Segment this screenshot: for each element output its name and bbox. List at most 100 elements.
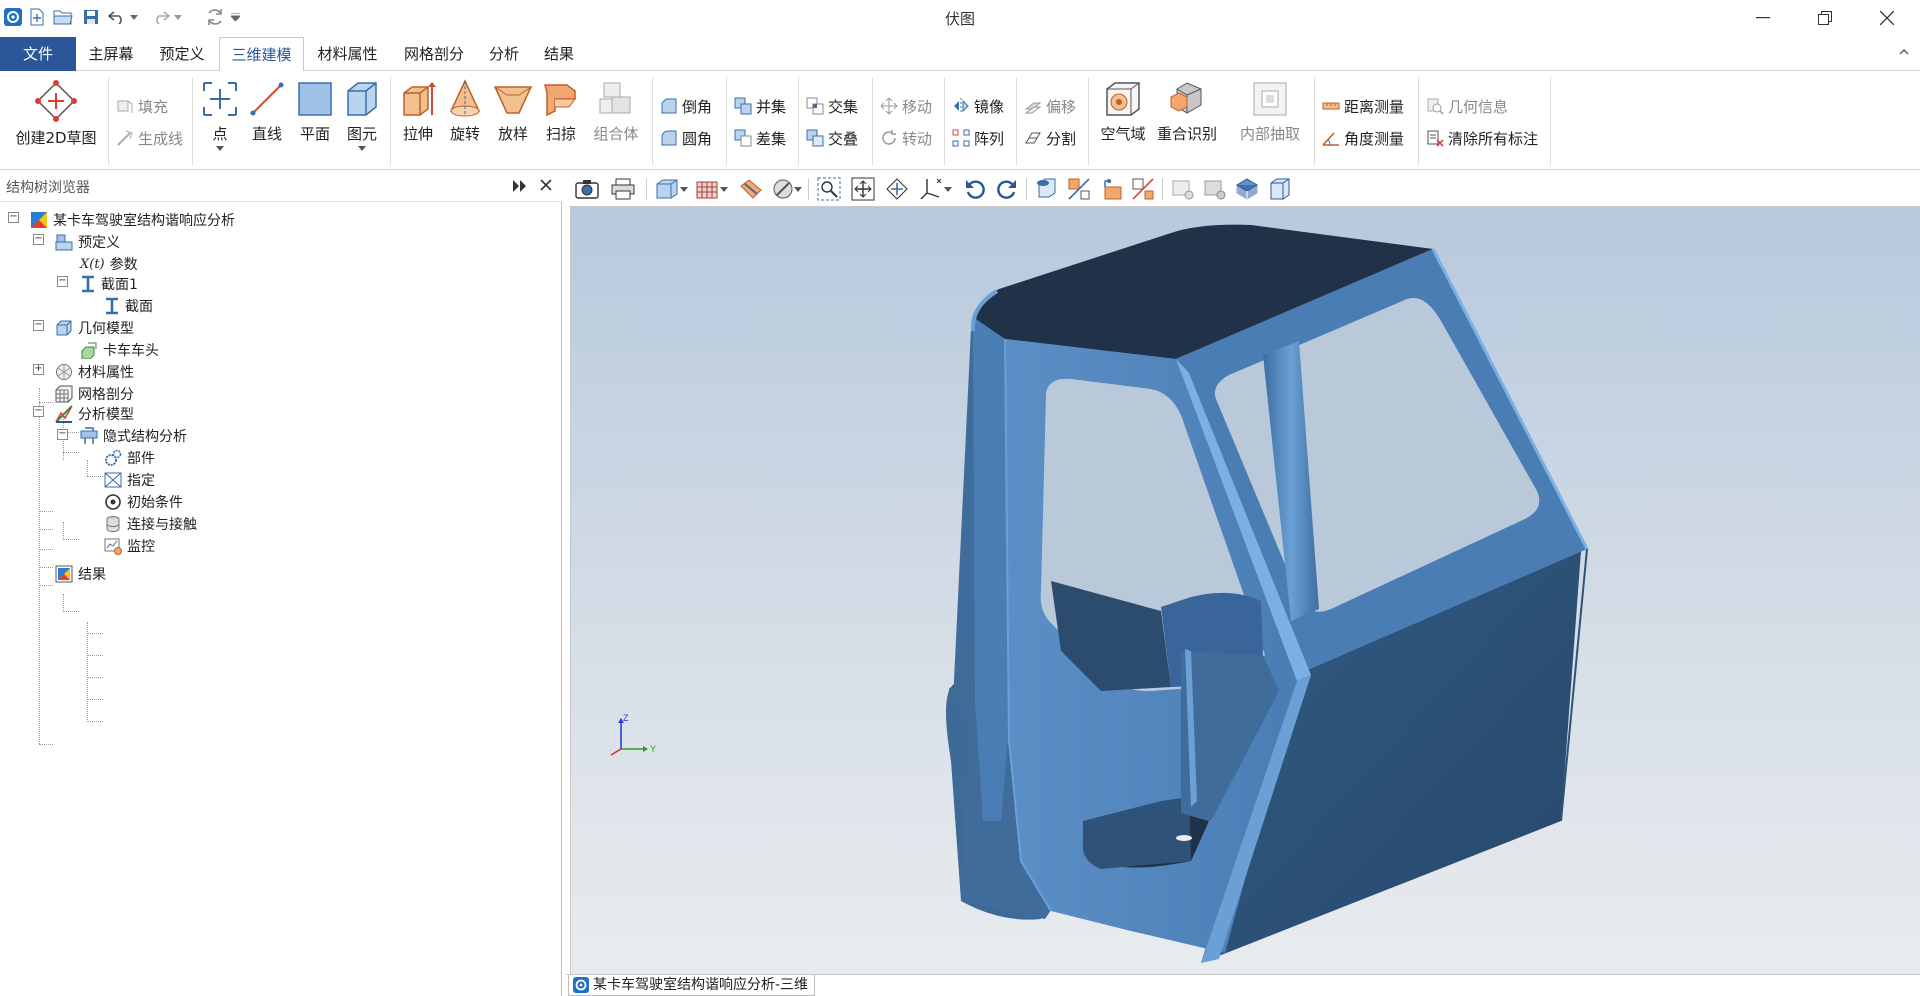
fillet-button[interactable]: 圆角 — [660, 126, 712, 150]
tree-node-contact[interactable]: 连接与接触 — [104, 513, 197, 535]
tree-node-initial-conditions[interactable]: 初始条件 — [104, 491, 183, 513]
primitive-button[interactable]: 图元 — [340, 79, 384, 167]
clear-all-marks-button[interactable]: 清除所有标注 — [1426, 126, 1538, 150]
fill-button[interactable]: 填充 — [116, 94, 168, 118]
distance-measure-button[interactable]: 距离测量 — [1322, 94, 1404, 118]
cube-icon — [347, 82, 377, 116]
tree-node-results[interactable]: 结果 — [55, 563, 106, 585]
tab-results[interactable]: 结果 — [532, 37, 586, 71]
axis-orient-dropdown-icon[interactable] — [942, 176, 954, 202]
zoom-window-icon[interactable] — [816, 176, 842, 202]
overlap-button[interactable]: 交叠 — [806, 126, 858, 150]
tab-material[interactable]: 材料属性 — [305, 37, 390, 71]
maximize-button[interactable] — [1795, 0, 1855, 36]
3d-viewport[interactable]: Z Y — [570, 206, 1920, 974]
tree-node-monitor[interactable]: 监控 — [104, 535, 155, 557]
revolve-button[interactable]: 旋转 — [442, 79, 488, 167]
view-measure-icon[interactable] — [1066, 176, 1092, 202]
view-probe-icon[interactable] — [1098, 176, 1124, 202]
intersect-button[interactable]: 交集 — [806, 94, 858, 118]
point-button[interactable]: 点 — [196, 79, 244, 167]
split-button[interactable]: 分割 — [1024, 126, 1076, 150]
union-icon — [734, 97, 752, 115]
array-button[interactable]: 阵列 — [952, 126, 1004, 150]
sweep-button[interactable]: 扫掠 — [538, 79, 584, 167]
view-clip-icon[interactable] — [1130, 176, 1156, 202]
rotate-left-icon[interactable] — [962, 176, 988, 202]
assembly-button[interactable]: 组合体 — [586, 79, 646, 167]
tree-node-material[interactable]: 材料属性 — [55, 361, 134, 383]
i-beam-icon — [82, 275, 94, 293]
mesh-display-dropdown-icon[interactable] — [718, 176, 730, 202]
axis-orient-icon[interactable] — [918, 176, 944, 202]
chamfer-button[interactable]: 倒角 — [660, 94, 712, 118]
tab-3d-modeling[interactable]: 三维建模 — [219, 37, 304, 72]
tab-file[interactable]: 文件 — [0, 37, 76, 71]
mirror-button[interactable]: 镜像 — [952, 94, 1004, 118]
move-button[interactable]: 移动 — [880, 94, 932, 118]
tree-node-root[interactable]: 某卡车驾驶室结构谐响应分析 — [30, 209, 235, 231]
tree-toggle-material[interactable]: + — [33, 364, 44, 375]
close-panel-icon[interactable] — [540, 179, 552, 195]
create-2d-sketch-button[interactable]: 创建2D草图 — [12, 79, 100, 167]
tab-predefine[interactable]: 预定义 — [146, 37, 218, 71]
display-mode-dropdown-icon[interactable] — [792, 176, 804, 202]
fit-all-icon[interactable] — [850, 176, 876, 202]
tree-toggle-implicit[interactable]: − — [57, 429, 68, 440]
tree-toggle-root[interactable]: − — [8, 212, 19, 223]
tree-toggle-analysis[interactable]: − — [33, 406, 44, 417]
plane-button[interactable]: 平面 — [292, 79, 338, 167]
tree-node-analysis-model[interactable]: 分析模型 — [55, 403, 134, 425]
tab-analysis[interactable]: 分析 — [478, 37, 530, 71]
pan-icon[interactable] — [884, 176, 910, 202]
offset-button[interactable]: 偏移 — [1024, 94, 1076, 118]
minimize-button[interactable] — [1733, 0, 1793, 36]
view-cube-icon[interactable] — [654, 176, 680, 202]
pin-panel-icon[interactable] — [512, 179, 528, 197]
tab-mesh[interactable]: 网格剖分 — [392, 37, 476, 71]
angle-measure-button[interactable]: 角度测量 — [1322, 126, 1404, 150]
tree-toggle-section1[interactable]: − — [57, 276, 68, 287]
probe-element-icon[interactable] — [1202, 176, 1228, 202]
tree-toggle-predefine[interactable]: − — [33, 234, 44, 245]
iso-view-icon[interactable] — [1234, 176, 1260, 202]
tree-node-part[interactable]: 部件 — [104, 447, 155, 469]
tree-node-mesh[interactable]: 网格剖分 — [55, 383, 134, 405]
truck-cab-model[interactable] — [571, 207, 1920, 975]
line-button[interactable]: 直线 — [245, 79, 289, 167]
extrude-button[interactable]: 拉伸 — [396, 79, 440, 167]
generate-line-button[interactable]: 生成线 — [116, 126, 183, 150]
tree-node-implicit-analysis[interactable]: 隐式结构分析 — [80, 425, 187, 447]
print-icon[interactable] — [610, 176, 636, 202]
screenshot-icon[interactable] — [574, 176, 600, 202]
revolve-icon — [449, 79, 481, 117]
loft-button[interactable]: 放样 — [490, 79, 536, 167]
overlap-detect-button[interactable]: 重合识别 — [1152, 79, 1222, 167]
tree-node-section1[interactable]: 截面1 — [80, 273, 138, 295]
tree-node-params[interactable]: X(t) 参数 — [80, 253, 138, 275]
rotate-button[interactable]: 转动 — [880, 126, 932, 150]
tree-node-assign[interactable]: 指定 — [104, 469, 155, 491]
inner-extract-button[interactable]: 内部抽取 — [1234, 79, 1306, 167]
probe-point-icon[interactable] — [1170, 176, 1196, 202]
collapse-ribbon-icon[interactable] — [1898, 46, 1910, 62]
geometry-info-button[interactable]: 几何信息 — [1426, 94, 1508, 118]
tree-node-geometry[interactable]: 几何模型 — [55, 317, 134, 339]
tree-toggle-geometry[interactable]: − — [33, 320, 44, 331]
subtract-button[interactable]: 差集 — [734, 126, 786, 150]
gear-icon — [105, 449, 122, 466]
union-button[interactable]: 并集 — [734, 94, 786, 118]
transparent-view-icon[interactable] — [1266, 176, 1292, 202]
tree-node-truck-head[interactable]: 卡车车头 — [80, 339, 159, 361]
tree-node-section[interactable]: 截面 — [104, 295, 153, 317]
tree-node-predefine[interactable]: 预定义 — [55, 231, 120, 253]
rotate-right-icon[interactable] — [994, 176, 1020, 202]
close-button[interactable] — [1857, 0, 1917, 36]
tab-home[interactable]: 主屏幕 — [76, 37, 146, 71]
view-front-icon[interactable] — [1034, 176, 1060, 202]
document-tab-3d[interactable]: 某卡车驾驶室结构谐响应分析-三维 — [568, 975, 816, 996]
view-cube-dropdown-icon[interactable] — [678, 176, 690, 202]
mesh-display-icon[interactable] — [694, 176, 720, 202]
section-view-icon[interactable] — [738, 176, 764, 202]
air-domain-button[interactable]: 空气域 — [1096, 79, 1150, 167]
